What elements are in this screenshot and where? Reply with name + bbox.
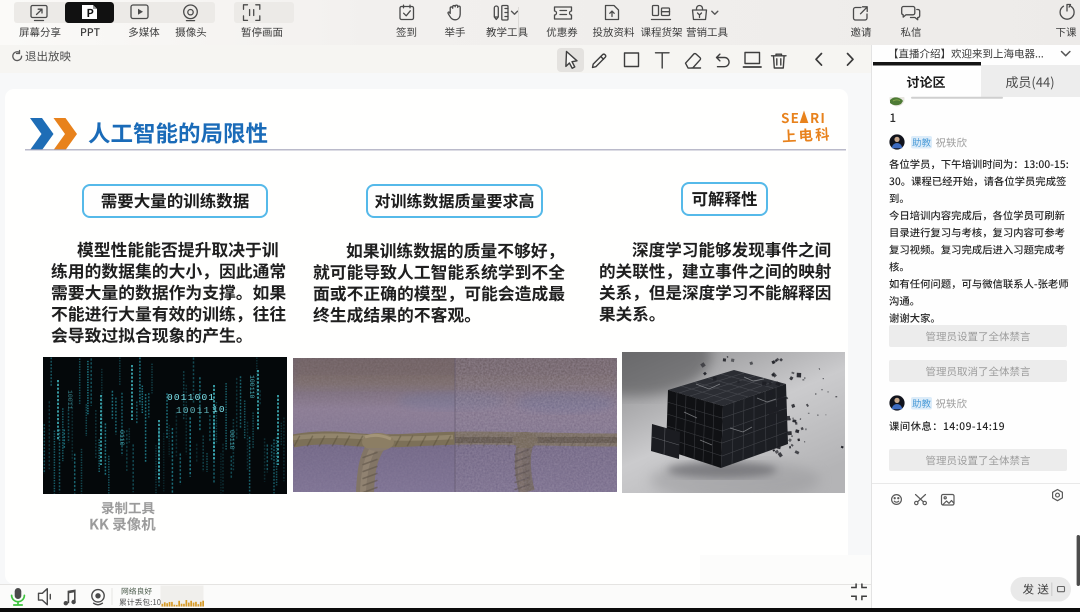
svg-text:10011: 10011 xyxy=(66,390,73,410)
svg-text:0011001: 0011001 xyxy=(167,392,215,403)
svg-text:100110: 100110 xyxy=(248,375,255,399)
svg-text:00110: 00110 xyxy=(228,430,235,450)
svg-text:10011: 10011 xyxy=(176,405,211,416)
svg-text:0110: 0110 xyxy=(118,430,125,446)
svg-text:10: 10 xyxy=(212,404,226,415)
